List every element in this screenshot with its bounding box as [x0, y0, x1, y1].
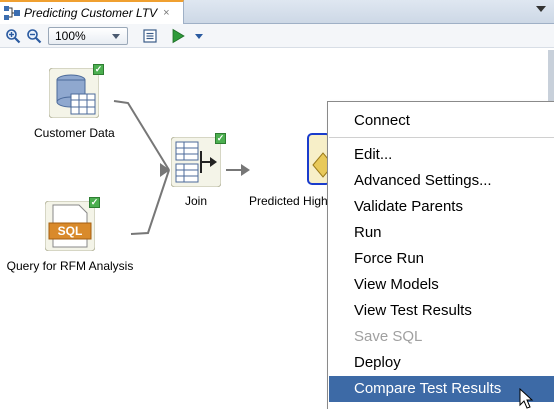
vertical-scrollbar[interactable]	[548, 50, 554, 108]
tab-title: Predicting Customer LTV	[24, 6, 158, 20]
properties-icon[interactable]	[141, 27, 159, 45]
menu-item-edit[interactable]: Edit...	[329, 142, 554, 168]
menu-item-deploy[interactable]: Deploy	[329, 350, 554, 376]
node-label: Query for RFM Analysis	[6, 259, 134, 273]
menu-item-save-sql: Save SQL	[354, 328, 423, 345]
node-label: Predicted High	[249, 194, 328, 208]
menu-item-run[interactable]: Run	[329, 220, 554, 246]
menu-item-view-models[interactable]: View Models	[329, 272, 554, 298]
run-options-chevron-down-icon[interactable]	[192, 27, 206, 45]
svg-text:SQL: SQL	[58, 224, 83, 238]
mouse-cursor-icon	[519, 388, 534, 409]
status-check-icon: ✓	[215, 133, 226, 144]
status-check-icon: ✓	[89, 197, 100, 208]
menu-item-validate-parents[interactable]: Validate Parents	[329, 194, 554, 220]
workflow-icon	[2, 3, 22, 23]
zoom-in-icon[interactable]	[4, 27, 22, 45]
context-menu: Connect Edit... Advanced Settings... Val…	[327, 101, 554, 409]
zoom-value: 100%	[55, 29, 86, 43]
status-check-icon: ✓	[93, 64, 104, 75]
database-icon	[48, 67, 100, 119]
chevron-down-icon	[112, 34, 120, 39]
tab-predicting-customer-ltv[interactable]: Predicting Customer LTV ×	[0, 0, 184, 24]
sql-query-icon: SQL	[44, 200, 96, 252]
join-icon	[170, 136, 222, 188]
tab-list-dropdown-icon[interactable]	[536, 6, 546, 12]
node-label: Join	[184, 194, 207, 208]
menu-separator	[329, 137, 554, 138]
close-icon[interactable]: ×	[163, 7, 169, 19]
tab-bar: Predicting Customer LTV ×	[0, 0, 554, 24]
toolbar: 100%	[0, 24, 554, 48]
menu-item-connect[interactable]: Connect	[329, 108, 554, 134]
node-label: Customer Data	[34, 126, 115, 140]
run-icon[interactable]	[169, 27, 187, 45]
zoom-select[interactable]: 100%	[48, 27, 128, 45]
zoom-out-icon[interactable]	[25, 27, 43, 45]
menu-item-advanced-settings[interactable]: Advanced Settings...	[329, 168, 554, 194]
menu-item-view-test-results[interactable]: View Test Results	[329, 298, 554, 324]
menu-item-force-run[interactable]: Force Run	[329, 246, 554, 272]
